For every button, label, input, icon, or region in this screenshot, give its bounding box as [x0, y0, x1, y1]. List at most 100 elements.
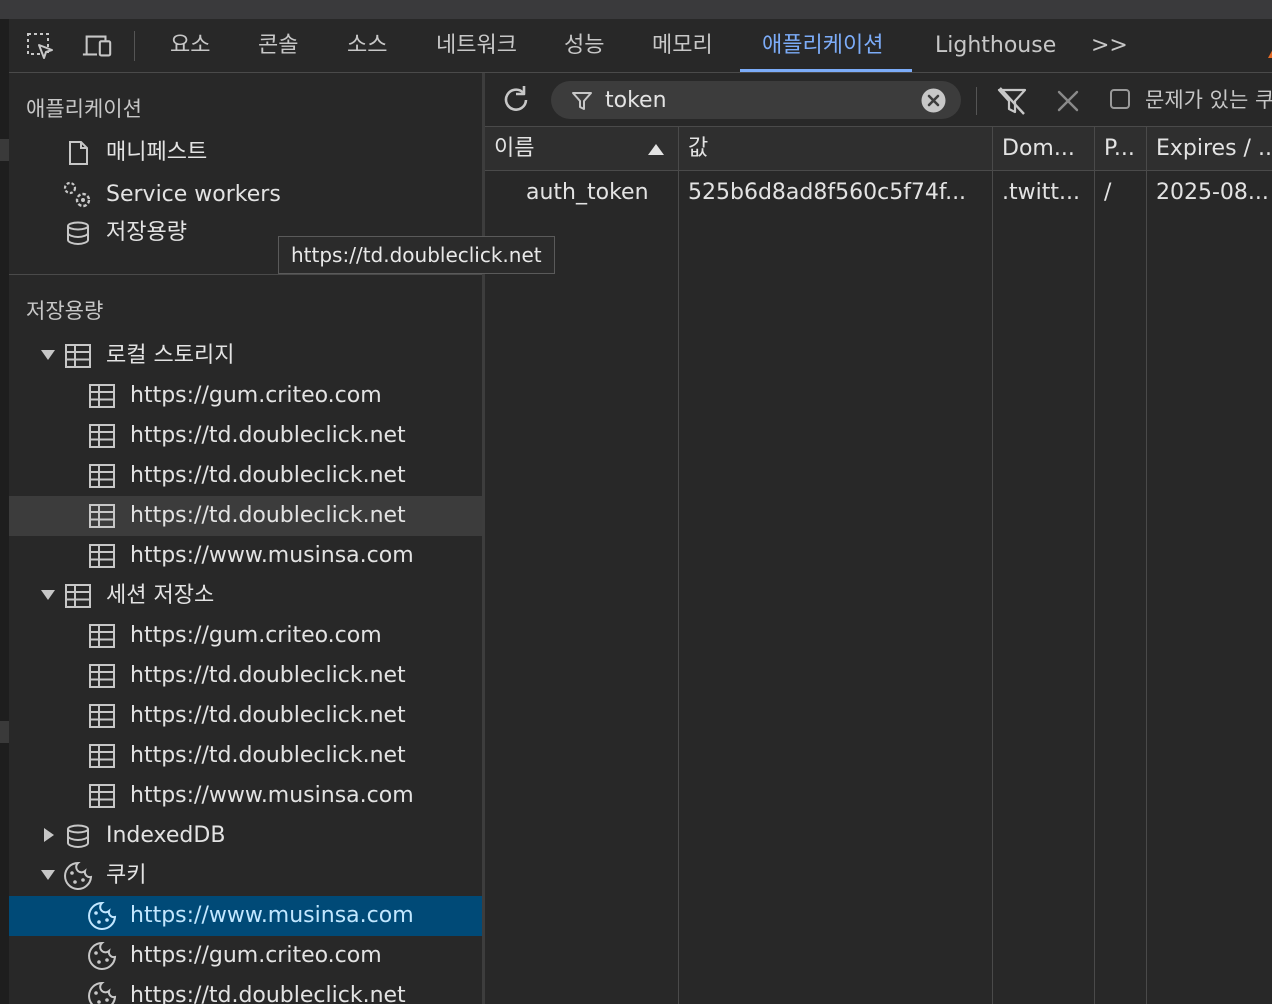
session-storage-origin[interactable]: https://td.doubleclick.net	[9, 696, 482, 736]
origin-label: https://td.doubleclick.net	[130, 663, 406, 688]
delete-icon[interactable]	[1055, 88, 1081, 114]
table-icon	[89, 784, 115, 808]
cookie-origin-selected[interactable]: https://www.musinsa.com	[9, 896, 482, 936]
sidebar-item-label: 매니페스트	[106, 140, 208, 165]
cell-domain: .twitt...	[1002, 180, 1080, 205]
sort-ascending-icon[interactable]	[648, 144, 664, 155]
local-storage-origin[interactable]: https://td.doubleclick.net	[9, 416, 482, 456]
column-header-name[interactable]: 이름	[494, 127, 644, 171]
devtools-tabbar: 요소 콘솔 소스 네트워크 성능 메모리 애플리케이션 Lighthouse >…	[9, 19, 1272, 73]
refresh-icon[interactable]	[499, 83, 533, 117]
cookies-panel: 문제가 있는 쿠 이름 값 Dom... P... Expires / ... …	[485, 73, 1272, 1004]
cookie-icon	[64, 861, 93, 890]
tooltip: https://td.doubleclick.net	[278, 236, 555, 274]
origin-label: https://www.musinsa.com	[130, 903, 414, 928]
sidebar-item-label: Service workers	[106, 182, 281, 207]
cookies-table: 이름 값 Dom... P... Expires / ... auth_toke…	[485, 127, 1272, 1004]
sidebar-item-label: 저장용량	[106, 220, 187, 245]
tree-label: IndexedDB	[106, 823, 226, 848]
table-icon	[89, 384, 115, 408]
only-issues-checkbox[interactable]	[1110, 89, 1130, 109]
origin-label: https://td.doubleclick.net	[130, 703, 406, 728]
active-tab-indicator	[740, 69, 912, 72]
section-title-application: 애플리케이션	[26, 97, 142, 121]
cell-path: /	[1104, 180, 1112, 205]
tab-memory[interactable]: 메모리	[652, 19, 713, 73]
origin-label: https://td.doubleclick.net	[130, 503, 406, 528]
origin-label: https://www.musinsa.com	[130, 783, 414, 808]
chevron-down-icon[interactable]	[41, 870, 55, 880]
origin-label: https://gum.criteo.com	[130, 383, 382, 408]
tab-lighthouse[interactable]: Lighthouse	[935, 19, 1056, 73]
column-header-value[interactable]: 값	[688, 127, 978, 171]
tree-session-storage[interactable]: 세션 저장소	[9, 576, 482, 616]
sidebar-item-service-workers[interactable]: Service workers	[9, 175, 482, 215]
cookie-origin[interactable]: https://td.doubleclick.net	[9, 976, 482, 1004]
local-storage-origin[interactable]: https://td.doubleclick.net	[9, 496, 482, 536]
cell-value: 525b6d8ad8f560c5f74f...	[688, 180, 967, 205]
tree-label: 로컬 스토리지	[106, 343, 235, 368]
tab-sources[interactable]: 소스	[347, 19, 387, 73]
clear-filter-icon[interactable]	[921, 88, 946, 113]
more-tabs-button[interactable]: >>	[1091, 19, 1128, 73]
window-top-strip	[0, 0, 1272, 19]
table-icon	[89, 544, 115, 568]
cookies-toolbar: 문제가 있는 쿠	[485, 73, 1272, 127]
tree-cookies[interactable]: 쿠키	[9, 856, 482, 896]
local-storage-origin[interactable]: https://www.musinsa.com	[9, 536, 482, 576]
tab-console[interactable]: 콘솔	[258, 19, 298, 73]
device-toolbar-icon[interactable]	[81, 31, 113, 61]
sidebar-item-manifest[interactable]: 매니페스트	[9, 133, 482, 173]
column-header-expires[interactable]: Expires / ...	[1156, 127, 1272, 171]
tab-performance[interactable]: 성능	[564, 19, 604, 73]
clear-filters-icon[interactable]	[996, 85, 1028, 117]
chevron-right-icon[interactable]	[44, 828, 54, 842]
gears-icon	[63, 181, 91, 208]
chevron-down-icon[interactable]	[41, 350, 55, 360]
database-icon	[67, 221, 89, 245]
session-storage-origin[interactable]: https://td.doubleclick.net	[9, 656, 482, 696]
only-issues-label: 문제가 있는 쿠	[1145, 88, 1272, 112]
filter-box[interactable]	[551, 81, 961, 119]
tree-indexeddb[interactable]: IndexedDB	[9, 816, 482, 856]
session-storage-origin[interactable]: https://www.musinsa.com	[9, 776, 482, 816]
local-storage-origin[interactable]: https://gum.criteo.com	[9, 376, 482, 416]
tab-elements[interactable]: 요소	[170, 19, 210, 73]
table-row[interactable]: auth_token 525b6d8ad8f560c5f74f... .twit…	[485, 171, 1272, 215]
filter-icon	[572, 92, 592, 110]
local-storage-origin[interactable]: https://td.doubleclick.net	[9, 456, 482, 496]
origin-label: https://td.doubleclick.net	[130, 463, 406, 488]
table-icon	[65, 344, 91, 368]
database-icon	[67, 824, 89, 848]
chevron-down-icon[interactable]	[41, 590, 55, 600]
tree-local-storage[interactable]: 로컬 스토리지	[9, 336, 482, 376]
cell-expires: 2025-08...	[1156, 180, 1269, 205]
application-sidebar: 애플리케이션 매니페스트 Service workers 저장용량 저장용량 로…	[9, 73, 482, 1004]
cell-name: auth_token	[526, 180, 649, 205]
table-icon	[89, 504, 115, 528]
column-header-domain[interactable]: Dom...	[1002, 127, 1092, 171]
table-icon	[89, 624, 115, 648]
origin-label: https://gum.criteo.com	[130, 943, 382, 968]
cookie-origin[interactable]: https://gum.criteo.com	[9, 936, 482, 976]
table-icon	[65, 584, 91, 608]
tree-label: 세션 저장소	[106, 583, 215, 608]
tab-application[interactable]: 애플리케이션	[762, 19, 883, 73]
table-icon	[89, 744, 115, 768]
section-title-storage: 저장용량	[26, 299, 104, 323]
table-icon	[89, 664, 115, 688]
cookie-icon	[88, 941, 117, 970]
session-storage-origin[interactable]: https://td.doubleclick.net	[9, 736, 482, 776]
session-storage-origin[interactable]: https://gum.criteo.com	[9, 616, 482, 656]
document-icon	[69, 141, 88, 165]
inspect-element-icon[interactable]	[24, 31, 56, 61]
page-edge-strip	[0, 19, 9, 1004]
warning-icon[interactable]	[1268, 47, 1272, 58]
tab-network[interactable]: 네트워크	[436, 19, 517, 73]
origin-label: https://www.musinsa.com	[130, 543, 414, 568]
origin-label: https://gum.criteo.com	[130, 623, 382, 648]
cookie-icon	[88, 981, 117, 1004]
origin-label: https://td.doubleclick.net	[130, 423, 406, 448]
filter-input[interactable]	[605, 81, 905, 119]
column-header-path[interactable]: P...	[1104, 127, 1144, 171]
